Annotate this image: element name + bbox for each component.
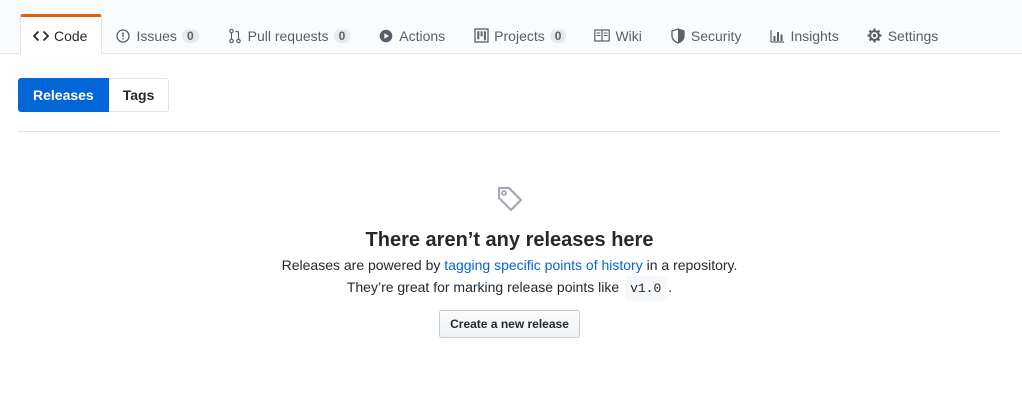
tag-icon [0,184,1019,216]
repo-nav-tabs: Code Issues 0 Pull requests 0 Actions Pr… [20,14,954,55]
line1-prefix: Releases are powered by [281,257,445,273]
tab-settings[interactable]: Settings [854,14,954,55]
repo-nav: Code Issues 0 Pull requests 0 Actions Pr… [0,0,1022,55]
shield-icon [670,27,686,44]
tab-code-label: Code [54,27,88,44]
line2-prefix: They’re great for marking release points… [346,279,624,295]
header-divider [18,131,1000,132]
tab-issues-label: Issues [136,27,177,44]
tab-projects[interactable]: Projects 0 [460,14,581,55]
book-icon [594,28,611,44]
tab-code[interactable]: Code [20,14,103,55]
tab-settings-label: Settings [887,27,939,44]
tab-actions-label: Actions [399,27,446,44]
create-new-release-button[interactable]: Create a new release [439,310,580,338]
git-pull-request-icon [227,28,243,44]
releases-subnav: Releases Tags [18,78,170,112]
code-icon [33,28,49,44]
tab-security[interactable]: Security [657,14,757,55]
tab-actions[interactable]: Actions [365,14,460,55]
blankslate-line-1: Releases are powered by tagging specific… [0,255,1019,276]
graph-icon [769,28,785,44]
tagging-docs-link[interactable]: tagging specific points of history [444,257,642,273]
project-icon [473,28,489,44]
tab-insights-label: Insights [790,27,839,44]
tab-pull-requests[interactable]: Pull requests 0 [214,14,366,55]
tab-wiki-label: Wiki [615,27,642,44]
tab-wiki[interactable]: Wiki [581,14,656,55]
play-icon [378,28,394,44]
issues-counter: 0 [181,28,199,43]
gear-icon [867,28,883,44]
tab-pull-requests-label: Pull requests [247,27,329,44]
issue-opened-icon [115,28,131,44]
tab-insights[interactable]: Insights [756,14,853,55]
blankslate-line-2: They’re great for marking release points… [0,276,1019,301]
empty-releases-blankslate: There aren’t any releases here Releases … [0,184,1019,338]
tab-security-label: Security [690,27,742,44]
releases-tab-button[interactable]: Releases [18,78,109,112]
line2-suffix: . [668,279,673,295]
version-code-sample: v1.0 [625,276,667,301]
tab-issues[interactable]: Issues 0 [102,14,213,55]
pull-requests-counter: 0 [333,28,351,43]
blankslate-title: There aren’t any releases here [365,229,654,251]
tab-projects-label: Projects [494,27,545,44]
projects-counter: 0 [549,28,567,43]
line1-suffix: in a repository. [642,257,738,273]
tags-tab-button[interactable]: Tags [108,78,170,112]
